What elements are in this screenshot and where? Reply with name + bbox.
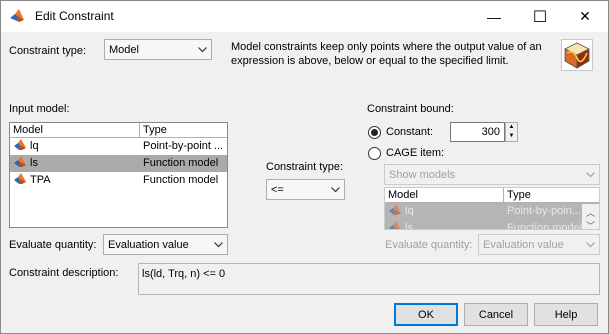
model-type: Function model (507, 222, 583, 230)
cage-item-table[interactable]: Model Type lq Point-by-poin... ls Functi… (384, 187, 600, 230)
spin-up-icon[interactable]: ▲ (506, 123, 517, 132)
operator-dropdown[interactable]: <= (266, 179, 345, 200)
column-header-model[interactable]: Model (385, 188, 504, 202)
cage-evaluate-quantity-dropdown[interactable]: Evaluation value (478, 234, 600, 255)
cage-item-label: CAGE item: (386, 147, 445, 159)
help-button-label: Help (554, 308, 578, 321)
constraint-bound-label: Constraint bound: (367, 103, 454, 115)
constant-spinner[interactable]: ▲ ▼ (505, 122, 518, 142)
constraint-description-text: ls(ld, Trq, n) <= 0 (142, 268, 226, 280)
show-models-dropdown[interactable]: Show models (384, 164, 600, 185)
evaluate-quantity-label: Evaluate quantity: (9, 239, 97, 251)
model-type: Point-by-point ... (143, 140, 224, 152)
constraint-description-label: Constraint description: (9, 267, 119, 279)
help-button[interactable]: Help (534, 303, 598, 326)
window-title: Edit Constraint (35, 9, 114, 23)
minimize-button[interactable]: — (471, 1, 517, 32)
close-icon: ✕ (579, 8, 591, 24)
table-row[interactable]: lq Point-by-poin... (385, 203, 599, 220)
cage-evaluate-quantity-label: Evaluate quantity: (385, 239, 473, 251)
input-model-label: Input model: (9, 103, 70, 115)
model-name: lq (405, 205, 414, 217)
cage-table-header: Model Type (385, 188, 599, 203)
chevron-down-icon (194, 40, 211, 59)
model-icon (14, 173, 26, 184)
model-icon (14, 156, 26, 167)
column-header-type[interactable]: Type (140, 123, 227, 137)
scroll-up-icon[interactable]: ︿ (586, 206, 595, 219)
model-icon (389, 204, 401, 215)
constraint-type-info: Model constraints keep only points where… (231, 41, 542, 67)
constant-input[interactable]: 300 (450, 122, 505, 142)
close-button[interactable]: ✕ (562, 1, 608, 32)
model-name: lq (30, 140, 39, 152)
constant-radio[interactable] (368, 126, 381, 139)
model-type: Function model (143, 174, 219, 186)
input-model-header: Model Type (10, 123, 227, 138)
column-header-model[interactable]: Model (10, 123, 140, 137)
input-model-table[interactable]: Model Type lq Point-by-point ... ls Func… (9, 122, 228, 228)
evaluate-quantity-value: Evaluation value (108, 238, 189, 251)
show-models-value: Show models (389, 168, 456, 181)
cancel-button-label: Cancel (478, 308, 514, 321)
constraint-type-dropdown[interactable]: Model (104, 39, 212, 60)
evaluate-quantity-dropdown[interactable]: Evaluation value (103, 234, 228, 255)
cage-evaluate-quantity-value: Evaluation value (483, 238, 564, 251)
cage-item-radio[interactable] (368, 147, 381, 160)
constraint-type-value: Model (109, 43, 139, 56)
chevron-down-icon (210, 235, 227, 254)
model-name: ls (405, 222, 413, 230)
constraint-type-label: Constraint type: (9, 45, 87, 57)
constraint-description-box: ls(ld, Trq, n) <= 0 (138, 263, 600, 295)
ok-button[interactable]: OK (394, 303, 458, 326)
model-name: TPA (30, 174, 51, 186)
maximize-icon: ☐ (532, 8, 548, 26)
table-row[interactable]: ls Function model (385, 220, 599, 230)
spin-down-icon[interactable]: ▼ (506, 132, 517, 141)
model-type: Point-by-poin... (507, 205, 581, 217)
surface-plot-icon (561, 39, 593, 71)
model-type: Function model (143, 157, 219, 169)
model-icon (389, 221, 401, 229)
cancel-button[interactable]: Cancel (464, 303, 528, 326)
table-row[interactable]: TPA Function model (10, 172, 227, 189)
operator-label: Constraint type: (266, 161, 344, 173)
table-row-selected[interactable]: ls Function model (10, 155, 227, 172)
chevron-down-icon (327, 180, 344, 199)
edit-constraint-dialog: Edit Constraint — ☐ ✕ Constraint type: M… (0, 0, 609, 334)
maximize-button[interactable]: ☐ (517, 1, 563, 32)
column-header-type[interactable]: Type (504, 188, 584, 202)
title-bar[interactable]: Edit Constraint — ☐ ✕ (1, 1, 608, 32)
operator-value: <= (271, 183, 284, 196)
ok-button-label: OK (418, 308, 434, 321)
model-icon (14, 139, 26, 150)
cage-table-scrollbar[interactable]: ︿ ﹀ (582, 204, 599, 229)
scroll-down-icon[interactable]: ﹀ (586, 219, 595, 229)
chevron-down-icon (582, 165, 599, 184)
chevron-down-icon (582, 235, 599, 254)
table-row[interactable]: lq Point-by-point ... (10, 138, 227, 155)
constant-label: Constant: (386, 126, 434, 138)
minimize-icon: — (487, 8, 501, 25)
matlab-icon (10, 9, 24, 22)
model-name: ls (30, 157, 38, 169)
